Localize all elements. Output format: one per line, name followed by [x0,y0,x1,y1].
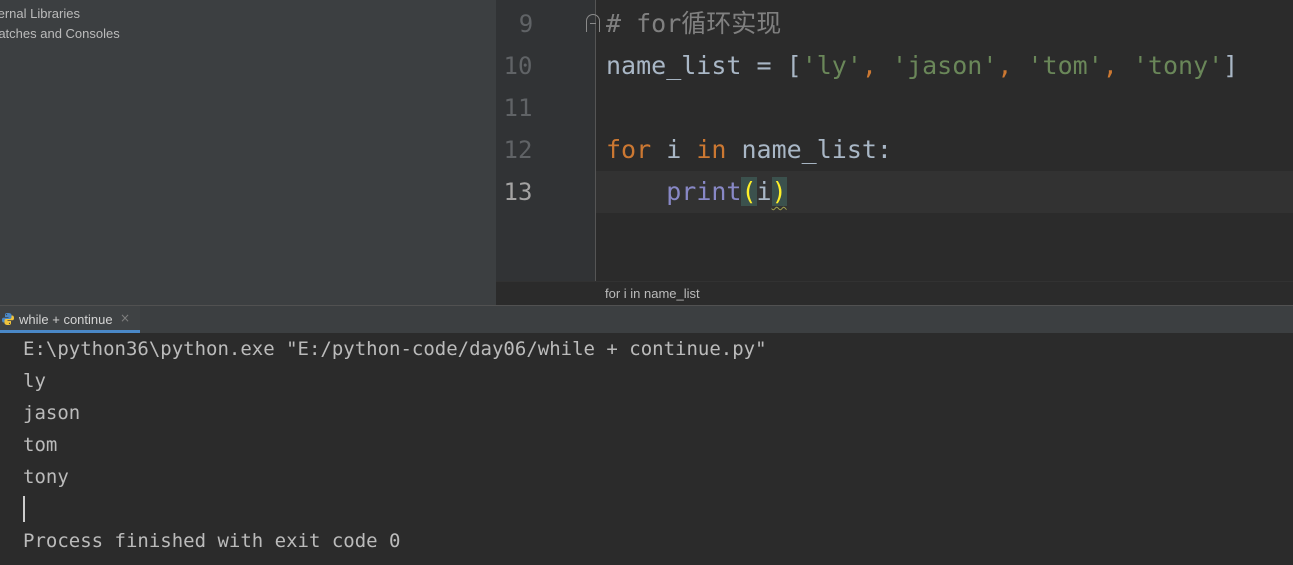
code-line-print-call[interactable]: print(i) [606,171,787,213]
run-tool-window-header: while + continue × [0,305,1293,333]
identifier-token: i [651,135,697,164]
string-token: 'ly' [801,51,862,80]
project-tree-panel: ternal Libraries ratches and Consoles [0,0,496,305]
tree-item-scratches-and-consoles[interactable]: ratches and Consoles [0,26,120,41]
identifier-token: name_list: [726,135,892,164]
code-line-list-assignment[interactable]: name_list = ['ly', 'jason', 'tom', 'tony… [606,45,1238,87]
separator-token: , [861,51,893,80]
run-tab-while-continue[interactable]: while + continue × [0,306,140,333]
gutter-divider [595,0,596,281]
builtin-token: print [666,177,742,206]
matched-paren-open: ( [741,177,757,206]
console-line: ly [23,370,46,392]
console-line: tony [23,466,69,488]
identifier-token: i [756,177,772,206]
line-number-current: 13 [503,178,533,206]
code-line-for-loop[interactable]: for i in name_list: [606,129,892,171]
line-number: 9 [518,10,534,38]
separator-token: , [997,51,1028,80]
keyword-token: for [606,135,652,164]
editor-breadcrumb-bar: for i in name_list [496,281,1293,305]
console-line: tom [23,434,58,456]
line-number: 12 [503,136,533,164]
string-token: 'jason' [892,51,998,80]
fold-marker-icon[interactable] [586,14,600,32]
string-token: 'tom' [1027,51,1103,80]
matched-paren-close: ) [771,177,787,206]
bracket-token: ] [1223,51,1239,80]
operator-token: = [ [741,51,802,80]
separator-token: , [1102,51,1133,80]
code-line-comment[interactable]: # for循环实现 [606,3,781,45]
identifier-token: name_list [606,51,742,80]
line-number: 11 [503,94,533,122]
tree-item-external-libraries[interactable]: ternal Libraries [0,6,80,21]
keyword-token: in [696,135,727,164]
console-line-command: E:\python36\python.exe "E:/python-code/d… [23,338,767,360]
python-icon [2,313,14,325]
console-line: jason [23,402,81,424]
comment-token: # for循环实现 [606,9,782,38]
breadcrumb[interactable]: for i in name_list [605,286,700,301]
string-token: 'tony' [1132,51,1224,80]
code-editor[interactable]: 9 10 11 12 13 # for循环实现 name_list = ['ly… [496,0,1293,305]
close-icon[interactable]: × [120,311,130,325]
run-tab-label: while + continue [19,312,113,327]
line-number: 10 [503,52,533,80]
console-line-exit-status: Process finished with exit code 0 [23,530,401,552]
text-caret [23,496,25,522]
run-console-output[interactable]: E:\python36\python.exe "E:/python-code/d… [0,333,1293,565]
